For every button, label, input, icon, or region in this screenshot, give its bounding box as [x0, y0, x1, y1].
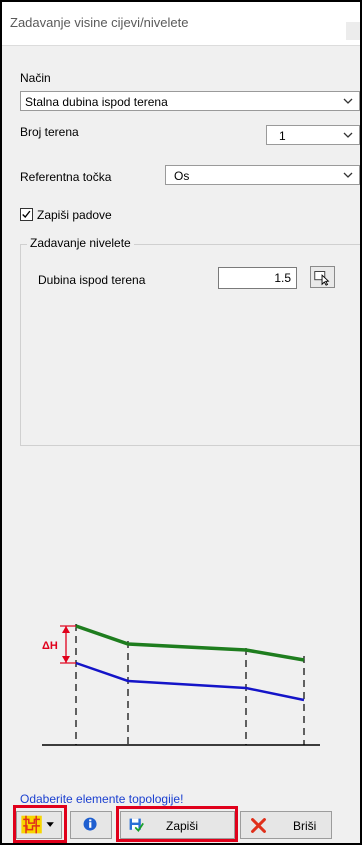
depth-diagram: ΔH	[42, 624, 320, 746]
chevron-down-icon	[343, 132, 353, 138]
reference-point-select[interactable]: Os	[165, 165, 360, 185]
delete-button[interactable]: Briši	[240, 811, 332, 839]
terrain-count-select[interactable]: 1	[266, 125, 360, 145]
highlight-frame-topology	[13, 805, 67, 843]
delete-button-label: Briši	[293, 819, 317, 833]
reference-point-value: Os	[174, 169, 190, 183]
chevron-down-icon	[343, 98, 353, 104]
mode-label: Način	[20, 71, 51, 85]
title-bar: Zadavanje visine cijevi/nivelete	[2, 2, 360, 46]
highlight-frame-save	[116, 806, 238, 842]
depth-value: 1.5	[274, 271, 291, 285]
depth-label: Dubina ispod terena	[38, 273, 146, 287]
pick-button[interactable]	[310, 266, 335, 288]
save-slopes-checkbox[interactable]	[20, 208, 33, 221]
save-slopes-label: Zapiši padove	[37, 208, 112, 222]
window-title: Zadavanje visine cijevi/nivelete	[10, 15, 189, 30]
pick-cursor-icon	[314, 271, 330, 286]
terrain-count-value: 1	[279, 129, 286, 143]
grade-group-title: Zadavanje nivelete	[27, 236, 134, 250]
panel: Zadavanje visine cijevi/nivelete Način S…	[2, 2, 360, 843]
reference-point-label: Referentna točka	[20, 170, 112, 184]
terrain-count-label: Broj terena	[20, 125, 79, 139]
hint-text: Odaberite elemente topologije!	[20, 792, 184, 806]
chevron-down-icon	[343, 172, 353, 178]
info-button[interactable]	[70, 811, 112, 839]
check-icon	[22, 210, 31, 219]
mode-select[interactable]: Stalna dubina ispod terena	[20, 91, 360, 111]
delete-x-icon	[251, 818, 266, 833]
info-icon	[83, 817, 97, 831]
close-icon[interactable]	[346, 22, 360, 40]
delta-h-label: ΔH	[42, 640, 58, 652]
depth-input[interactable]: 1.5	[218, 267, 297, 289]
mode-value: Stalna dubina ispod terena	[25, 95, 168, 109]
